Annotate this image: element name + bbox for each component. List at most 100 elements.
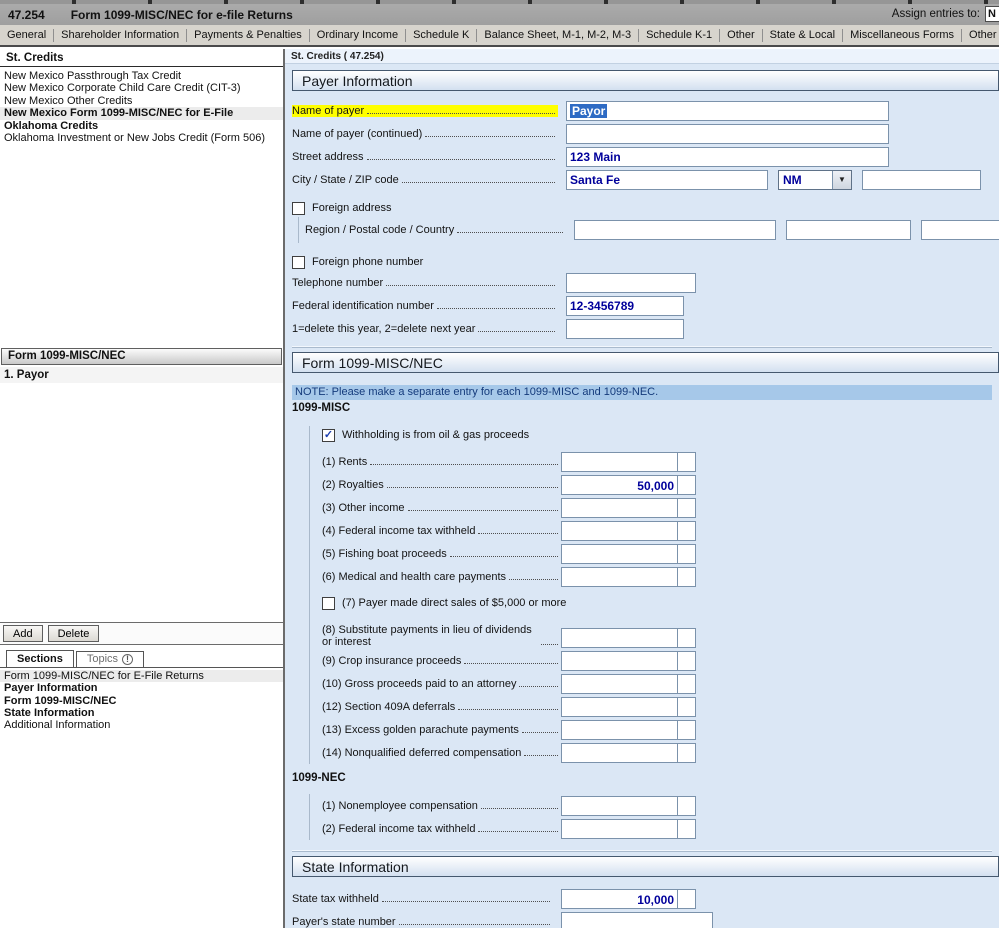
delete-button[interactable]: Delete xyxy=(47,625,100,642)
form-row-409a-deferrals: (12) Section 409A deferrals xyxy=(322,695,999,718)
tab-schedule-k[interactable]: Schedule K xyxy=(406,29,476,41)
label-cell: Telephone number xyxy=(292,277,558,289)
nec-federal-withheld-input[interactable] xyxy=(561,818,696,839)
foreign-address-row: Foreign address xyxy=(292,199,999,217)
state-tax-withheld-input[interactable]: 10,000 xyxy=(561,888,696,909)
amount-detail-box[interactable] xyxy=(677,498,695,517)
tab-other[interactable]: Other xyxy=(720,29,762,41)
amount-detail-box[interactable] xyxy=(677,629,695,647)
tab-general[interactable]: General xyxy=(0,29,53,41)
telephone-input[interactable] xyxy=(566,272,696,293)
foreign-address-checkbox[interactable] xyxy=(292,201,305,215)
409a-deferrals-input[interactable] xyxy=(561,696,696,717)
payer-state-number-input[interactable] xyxy=(561,911,713,928)
region-input[interactable] xyxy=(574,220,776,240)
sidebar-item-nm-passthrough[interactable]: New Mexico Passthrough Tax Credit xyxy=(0,70,283,82)
tab-ordinary-income[interactable]: Ordinary Income xyxy=(310,29,405,41)
nonemployee-compensation-input[interactable] xyxy=(561,795,696,816)
label-cell: (8) Substitute payments in lieu of divid… xyxy=(322,624,561,648)
state-select[interactable]: NM xyxy=(778,169,852,190)
tab-topics[interactable]: Topics xyxy=(75,651,145,667)
amount-detail-box[interactable] xyxy=(677,521,695,540)
add-button[interactable]: Add xyxy=(3,625,43,642)
amount-detail-box[interactable] xyxy=(677,452,695,471)
amount-detail-box[interactable] xyxy=(677,651,695,670)
sidebar-item-nm-child-care[interactable]: New Mexico Corporate Child Care Credit (… xyxy=(0,82,283,94)
tab-state-local[interactable]: State & Local xyxy=(763,29,842,41)
zip-code-input[interactable] xyxy=(862,169,981,190)
entity-item-payor[interactable]: 1. Payor xyxy=(0,367,283,383)
dotted-leader xyxy=(386,486,558,488)
amount-detail-box[interactable] xyxy=(677,743,695,762)
tab-sections[interactable]: Sections xyxy=(6,650,74,667)
foreign-phone-checkbox[interactable] xyxy=(292,255,305,269)
postal-code-input[interactable] xyxy=(786,220,911,240)
tab-other-forms[interactable]: Other Forms xyxy=(962,29,999,41)
sections-item-form-1099[interactable]: Form 1099-MISC/NEC xyxy=(0,695,283,707)
section-header-state-information: State Information xyxy=(292,856,999,877)
chevron-down-icon[interactable] xyxy=(832,170,851,189)
amount-detail-box[interactable] xyxy=(677,720,695,739)
field-label: Name of payer (continued) xyxy=(292,127,423,140)
form-body: Payer Information Name of payer Payor Na… xyxy=(285,64,999,928)
nonqualified-compensation-input[interactable] xyxy=(561,742,696,763)
attorney-proceeds-input[interactable] xyxy=(561,673,696,694)
crop-insurance-input[interactable] xyxy=(561,650,696,671)
assign-entries-value: N xyxy=(988,8,996,20)
dotted-leader xyxy=(386,284,555,286)
foreign-phone-row: Foreign phone number xyxy=(292,253,999,271)
label-cell: (6) Medical and health care payments xyxy=(322,571,561,583)
field-label: (1) Nonemployee compensation xyxy=(322,799,478,812)
amount-detail-box[interactable] xyxy=(677,889,695,908)
tab-schedule-k1[interactable]: Schedule K-1 xyxy=(639,29,719,41)
sidebar-item-nm-1099-efile[interactable]: New Mexico Form 1099-MISC/NEC for E-File xyxy=(0,107,283,120)
fein-input[interactable]: 12-3456789 xyxy=(566,295,684,316)
delete-year-input[interactable] xyxy=(566,318,684,339)
name-continued-input[interactable] xyxy=(566,123,889,144)
amount-detail-box[interactable] xyxy=(677,567,695,586)
amount-detail-box[interactable] xyxy=(677,796,695,815)
sections-item-payer-information[interactable]: Payer Information xyxy=(0,682,283,694)
amount-detail-box[interactable] xyxy=(677,674,695,693)
country-input[interactable] xyxy=(921,220,999,240)
sections-item-additional-information[interactable]: Additional Information xyxy=(0,719,283,731)
sections-item-efile-returns[interactable]: Form 1099-MISC/NEC for E-File Returns xyxy=(0,670,283,683)
fishing-boat-input[interactable] xyxy=(561,543,696,564)
label-cell: (5) Fishing boat proceeds xyxy=(322,548,561,560)
direct-sales-checkbox[interactable] xyxy=(322,596,335,610)
royalties-input[interactable]: 50,000 xyxy=(561,474,696,495)
federal-withheld-input[interactable] xyxy=(561,520,696,541)
rents-input[interactable] xyxy=(561,451,696,472)
form-row-fein: Federal identification number 12-3456789 xyxy=(292,294,999,317)
tab-miscellaneous-forms[interactable]: Miscellaneous Forms xyxy=(843,29,961,41)
tab-shareholder-information[interactable]: Shareholder Information xyxy=(54,29,186,41)
label-cell: (10) Gross proceeds paid to an attorney xyxy=(322,678,561,690)
medical-payments-input[interactable] xyxy=(561,566,696,587)
sections-item-state-information[interactable]: State Information xyxy=(0,707,283,719)
amount-detail-box[interactable] xyxy=(677,544,695,563)
label-cell: (2) Royalties xyxy=(322,479,561,491)
sidebar-item-ok-investment[interactable]: Oklahoma Investment or New Jobs Credit (… xyxy=(0,132,283,144)
amount-detail-box[interactable] xyxy=(677,475,695,494)
amount-detail-box[interactable] xyxy=(677,697,695,716)
name-of-payer-input[interactable]: Payor xyxy=(566,100,889,121)
sidebar-item-nm-other-credits[interactable]: New Mexico Other Credits xyxy=(0,95,283,107)
field-label: Telephone number xyxy=(292,276,384,289)
assign-entries-select[interactable]: N xyxy=(985,6,999,22)
tab-balance-sheet[interactable]: Balance Sheet, M-1, M-2, M-3 xyxy=(477,29,638,41)
label-cell: (13) Excess golden parachute payments xyxy=(322,724,561,736)
other-income-input[interactable] xyxy=(561,497,696,518)
substitute-payments-input[interactable] xyxy=(561,628,696,648)
field-label: (8) Substitute payments in lieu of divid… xyxy=(322,624,532,648)
city-input[interactable]: Santa Fe xyxy=(566,169,768,190)
withholding-checkbox-checked[interactable] xyxy=(322,428,335,442)
amount-detail-box[interactable] xyxy=(677,819,695,838)
dotted-leader xyxy=(458,708,558,710)
golden-parachute-input[interactable] xyxy=(561,719,696,740)
street-address-input[interactable]: 123 Main xyxy=(566,146,889,167)
dotted-leader xyxy=(524,754,558,756)
tab-payments-penalties[interactable]: Payments & Penalties xyxy=(187,29,309,41)
application-window: 47.254 Form 1099-MISC/NEC for e-file Ret… xyxy=(0,0,999,928)
foreign-address-label: Foreign address xyxy=(312,202,392,214)
sidebar-item-oklahoma-credits[interactable]: Oklahoma Credits xyxy=(0,120,283,132)
